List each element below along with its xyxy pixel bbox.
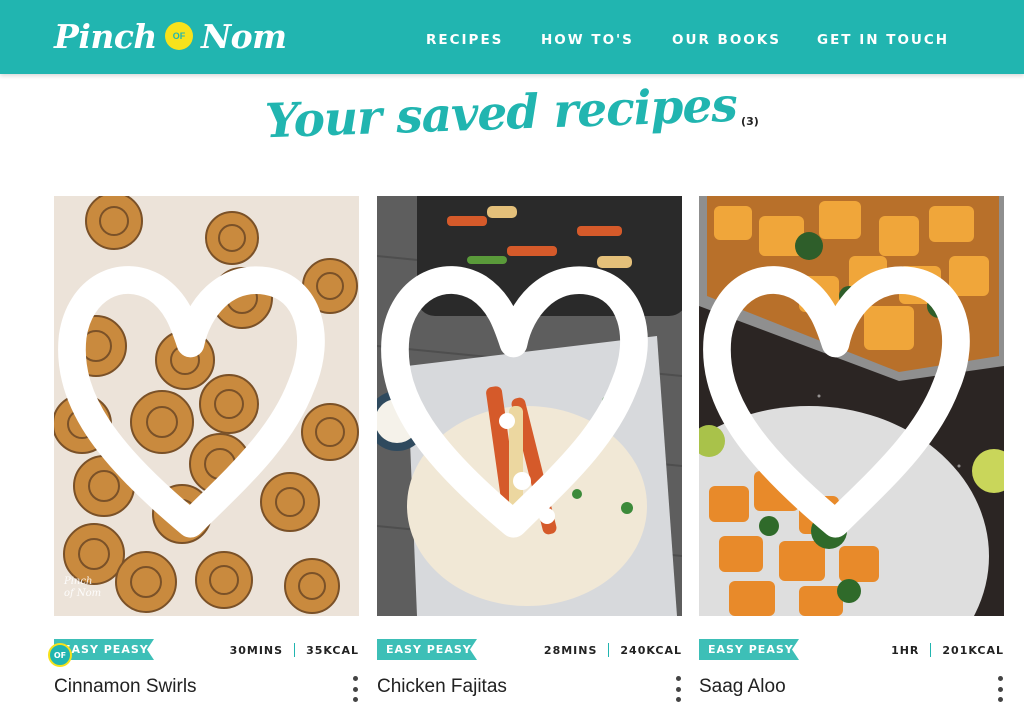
recipe-title[interactable]: Cinnamon Swirls — [54, 676, 197, 698]
nav-how-tos[interactable]: HOW TO'S — [541, 32, 634, 48]
meta-divider — [294, 643, 296, 657]
recipe-title[interactable]: Chicken Fajitas — [377, 676, 507, 698]
save-heart-icon[interactable] — [54, 196, 343, 602]
recipe-title[interactable]: Saag Aloo — [699, 676, 786, 698]
recipe-card[interactable]: EASY PEASY 1HR 201KCAL Saag Aloo — [699, 196, 1004, 716]
floating-logo-badge[interactable]: OF — [48, 643, 72, 667]
recipe-card[interactable]: Pinch of Nom EASY PEASY 30MINS 35KCAL Ci… — [54, 196, 359, 716]
page-title: Your saved recipes — [264, 77, 738, 150]
nav-get-in-touch[interactable]: GET IN TOUCH — [817, 32, 949, 48]
calories: 201KCAL — [942, 643, 1004, 657]
difficulty-tag: EASY PEASY — [377, 639, 477, 660]
recipe-meta: 28MINS 240KCAL — [544, 642, 682, 658]
meta-divider — [930, 643, 932, 657]
nav-our-books[interactable]: OUR BOOKS — [672, 32, 781, 48]
cook-time: 28MINS — [543, 643, 598, 657]
save-heart-icon[interactable] — [377, 196, 666, 602]
site-header: Pinch OF Nom RECIPES HOW TO'S OUR BOOKS … — [0, 0, 1024, 74]
recipe-meta: 1HR 201KCAL — [891, 642, 1004, 658]
more-options-icon[interactable] — [996, 676, 1004, 702]
page-heading: Your saved recipes (3) — [0, 78, 1024, 156]
difficulty-tag: EASY PEASY — [699, 639, 799, 660]
recipe-card[interactable]: EASY PEASY 28MINS 240KCAL Chicken Fajita… — [377, 196, 682, 716]
more-options-icon[interactable] — [674, 676, 682, 702]
calories: 35KCAL — [306, 643, 359, 657]
save-heart-icon[interactable] — [699, 196, 988, 602]
recipe-image[interactable] — [699, 196, 1004, 616]
saved-count: (3) — [741, 115, 759, 128]
meta-divider — [608, 643, 610, 657]
recipe-image[interactable]: Pinch of Nom — [54, 196, 359, 616]
calories: 240KCAL — [620, 643, 682, 657]
more-options-icon[interactable] — [351, 676, 359, 702]
cook-time: 30MINS — [229, 643, 284, 657]
nav-recipes[interactable]: RECIPES — [426, 32, 503, 48]
recipe-meta: 30MINS 35KCAL — [230, 642, 359, 658]
main-nav: RECIPES HOW TO'S OUR BOOKS GET IN TOUCH — [0, 32, 1024, 48]
cook-time: 1HR — [891, 643, 920, 657]
recipe-image[interactable] — [377, 196, 682, 616]
